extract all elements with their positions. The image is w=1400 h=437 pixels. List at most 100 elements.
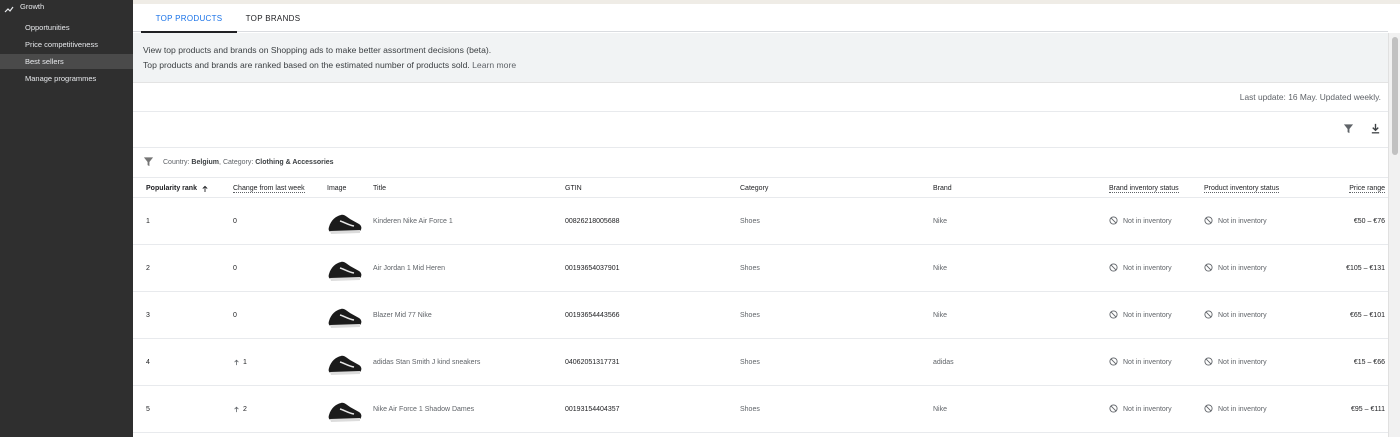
inventory-status: Not in inventory: [1123, 359, 1172, 366]
header-label: Category: [740, 185, 769, 192]
header-brand-inventory-status[interactable]: Brand inventory status: [1109, 178, 1179, 199]
cell-product-inventory: Not in inventory: [1204, 386, 1267, 433]
cell-image: [327, 198, 363, 245]
arrow-up-icon: [233, 406, 240, 413]
download-icon: [1370, 121, 1381, 139]
inventory-status: Not in inventory: [1123, 406, 1172, 413]
inventory-status: Not in inventory: [1218, 265, 1267, 272]
header-change[interactable]: Change from last week: [233, 178, 305, 199]
header-label: Popularity rank: [146, 185, 197, 192]
cell-price-range: €50 – €76: [1353, 218, 1385, 225]
cell-price-range: €15 – €66: [1353, 359, 1385, 366]
trending-up-icon: [4, 2, 14, 12]
cell-gtin: 00193154404357: [565, 406, 620, 413]
cell-brand: Nike: [933, 265, 948, 272]
cell-rank: 4: [146, 359, 150, 366]
product-title-link[interactable]: adidas Stan Smith J kind sneakers: [373, 339, 480, 386]
block-icon: [1109, 216, 1118, 227]
info-banner: View top products and brands on Shopping…: [133, 33, 1388, 83]
vertical-scrollbar[interactable]: [1388, 33, 1400, 437]
filter-country-value: Belgium: [191, 158, 220, 166]
block-icon: [1204, 310, 1213, 321]
header-price-range[interactable]: Price range: [1349, 178, 1385, 199]
header-title[interactable]: Title: [373, 178, 386, 199]
tab-top-products[interactable]: TOP PRODUCTS: [141, 4, 237, 33]
block-icon: [1109, 404, 1118, 415]
top-products-table: Popularity rank Change from last week Im…: [133, 177, 1388, 433]
arrow-up-icon: [201, 185, 209, 193]
tab-label: TOP PRODUCTS: [155, 13, 223, 23]
cell-change: 0: [233, 198, 237, 245]
filter-country-label: Country:: [163, 158, 190, 166]
main-content: TOP PRODUCTS TOP BRANDS View top product…: [133, 0, 1400, 437]
cell-brand-inventory: Not in inventory: [1109, 292, 1172, 339]
table-row[interactable]: 3 0 Blazer Mid 77 Nike 00193654443566 Sh…: [133, 292, 1388, 339]
download-button[interactable]: [1368, 123, 1382, 137]
cell-brand-inventory: Not in inventory: [1109, 198, 1172, 245]
table-row[interactable]: 2 0 Air Jordan 1 Mid Heren 0019365403790…: [133, 245, 1388, 292]
header-label: Image: [327, 185, 347, 192]
change-value: 0: [233, 265, 237, 272]
cell-gtin: 00826218005688: [565, 218, 620, 225]
cell-category: Shoes: [740, 359, 760, 366]
table-header: Popularity rank Change from last week Im…: [133, 177, 1388, 198]
change-value: 2: [243, 406, 247, 413]
header-label: Brand inventory status: [1109, 184, 1179, 193]
sidebar: Growth Opportunities Price competitivene…: [0, 0, 133, 437]
cell-gtin: 00193654037901: [565, 265, 620, 272]
filter-icon: [143, 156, 154, 169]
filter-icon: [1343, 121, 1354, 139]
cell-price-range: €65 – €101: [1349, 312, 1385, 319]
cell-gtin: 00193654443566: [565, 312, 620, 319]
product-image: [327, 297, 363, 334]
product-image: [327, 250, 363, 287]
cell-brand-inventory: Not in inventory: [1109, 245, 1172, 292]
last-update-text: Last update: 16 May. Updated weekly.: [1239, 92, 1381, 102]
sidebar-item-price-competitiveness[interactable]: Price competitiveness: [0, 37, 133, 52]
cell-change: 0: [233, 292, 237, 339]
sidebar-item-label: Manage programmes: [25, 74, 97, 83]
tab-top-brands[interactable]: TOP BRANDS: [237, 4, 309, 32]
active-filters[interactable]: Country: Belgium, Category: Clothing & A…: [143, 155, 334, 169]
header-product-inventory-status[interactable]: Product inventory status: [1204, 178, 1280, 199]
cell-product-inventory: Not in inventory: [1204, 245, 1267, 292]
cell-rank: 3: [146, 312, 150, 319]
cell-brand: Nike: [933, 406, 948, 413]
header-brand[interactable]: Brand: [933, 178, 952, 199]
header-label: Change from last week: [233, 184, 305, 193]
cell-image: [327, 339, 363, 386]
table-row[interactable]: 1 0 Kinderen Nike Air Force 1 0082621800…: [133, 198, 1388, 245]
sidebar-item-manage-programmes[interactable]: Manage programmes: [0, 71, 133, 86]
nav-section-growth[interactable]: Growth: [4, 1, 44, 12]
divider: [133, 147, 1388, 148]
header-category[interactable]: Category: [740, 178, 768, 199]
product-title-link[interactable]: Blazer Mid 77 Nike: [373, 292, 432, 339]
learn-more-link[interactable]: Learn more: [472, 60, 516, 70]
block-icon: [1204, 263, 1213, 274]
sidebar-item-opportunities[interactable]: Opportunities: [0, 20, 133, 35]
product-title-link[interactable]: Nike Air Force 1 Shadow Dames: [373, 386, 474, 433]
header-popularity-rank[interactable]: Popularity rank: [146, 178, 209, 199]
filter-button[interactable]: [1341, 123, 1355, 137]
filter-summary: Country: Belgium, Category: Clothing & A…: [163, 158, 334, 166]
table-row[interactable]: 4 1 adidas Stan Smith J kind sneakers 04…: [133, 339, 1388, 386]
block-icon: [1204, 404, 1213, 415]
block-icon: [1204, 216, 1213, 227]
header-gtin[interactable]: GTIN: [565, 178, 582, 199]
sidebar-item-best-sellers[interactable]: Best sellers: [0, 54, 133, 69]
product-title-link[interactable]: Kinderen Nike Air Force 1: [373, 198, 453, 245]
cell-gtin: 04062051317731: [565, 359, 620, 366]
block-icon: [1109, 263, 1118, 274]
header-label: GTIN: [565, 185, 582, 192]
sidebar-item-label: Opportunities: [25, 23, 70, 32]
block-icon: [1109, 357, 1118, 368]
scrollbar-thumb[interactable]: [1392, 37, 1398, 155]
table-row[interactable]: 5 2 Nike Air Force 1 Shadow Dames 001931…: [133, 386, 1388, 433]
cell-price-range: €95 – €111: [1351, 406, 1385, 413]
cell-image: [327, 292, 363, 339]
inventory-status: Not in inventory: [1123, 218, 1172, 225]
inventory-status: Not in inventory: [1218, 406, 1267, 413]
inventory-status: Not in inventory: [1218, 312, 1267, 319]
info-line-2: Top products and brands are ranked based…: [143, 58, 1378, 73]
product-title-link[interactable]: Air Jordan 1 Mid Heren: [373, 245, 445, 292]
